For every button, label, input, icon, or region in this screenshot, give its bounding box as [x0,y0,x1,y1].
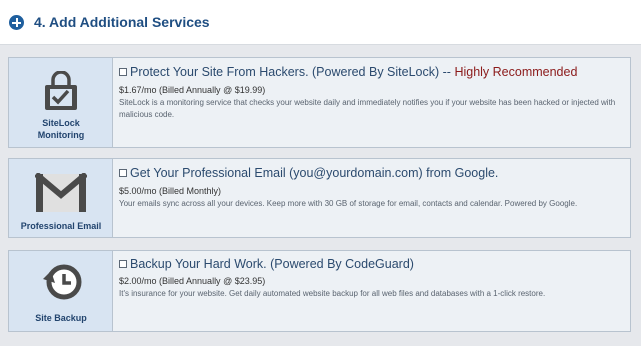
headline-text-sitelock[interactable]: Protect Your Site From Hackers. (Powered… [130,65,451,79]
recommended-badge: Highly Recommended [454,65,578,79]
service-badge-backup: Site Backup [9,251,113,331]
checkbox-sitelock[interactable] [119,68,127,76]
service-card-backup: Site Backup Backup Your Hard Work. (Powe… [8,250,631,332]
service-label-sitelock-line1: SiteLock [42,118,80,128]
section-header[interactable]: 4. Add Additional Services [0,0,641,45]
lock-check-icon [43,71,79,111]
price-sitelock: $1.67/mo (Billed Annually @ $19.99) [119,85,266,95]
checkbox-email[interactable] [119,169,127,177]
description-backup: It's insurance for your website. Get dai… [119,289,546,298]
description-email: Your emails sync across all your devices… [119,199,578,208]
checkbox-backup[interactable] [119,260,127,268]
service-headline-sitelock: Protect Your Site From Hackers. (Powered… [119,65,577,79]
service-headline-email: Get Your Professional Email (you@yourdom… [119,166,498,180]
service-badge-sitelock: SiteLock Monitoring [9,58,113,147]
service-headline-backup: Backup Your Hard Work. (Powered By CodeG… [119,257,414,271]
price-email: $5.00/mo (Billed Monthly) [119,186,222,196]
section-title: 4. Add Additional Services [34,14,210,30]
service-card-sitelock: SiteLock Monitoring Protect Your Site Fr… [8,57,631,148]
description-sitelock: SiteLock is a monitoring service that ch… [119,98,616,119]
service-card-email: Professional Email Get Your Professional… [8,158,631,238]
backup-clock-icon [41,261,83,303]
service-label-backup: Site Backup [35,313,87,323]
gmail-envelope-icon [35,173,87,213]
service-badge-email: Professional Email [9,159,113,237]
headline-text-backup[interactable]: Backup Your Hard Work. (Powered By CodeG… [130,257,414,271]
service-label-email: Professional Email [20,221,102,231]
price-backup: $2.00/mo (Billed Annually @ $23.95) [119,276,266,286]
headline-text-email[interactable]: Get Your Professional Email (you@yourdom… [130,166,498,180]
service-label-sitelock-line2: Monitoring [37,130,85,140]
plus-circle-icon[interactable] [9,15,24,30]
